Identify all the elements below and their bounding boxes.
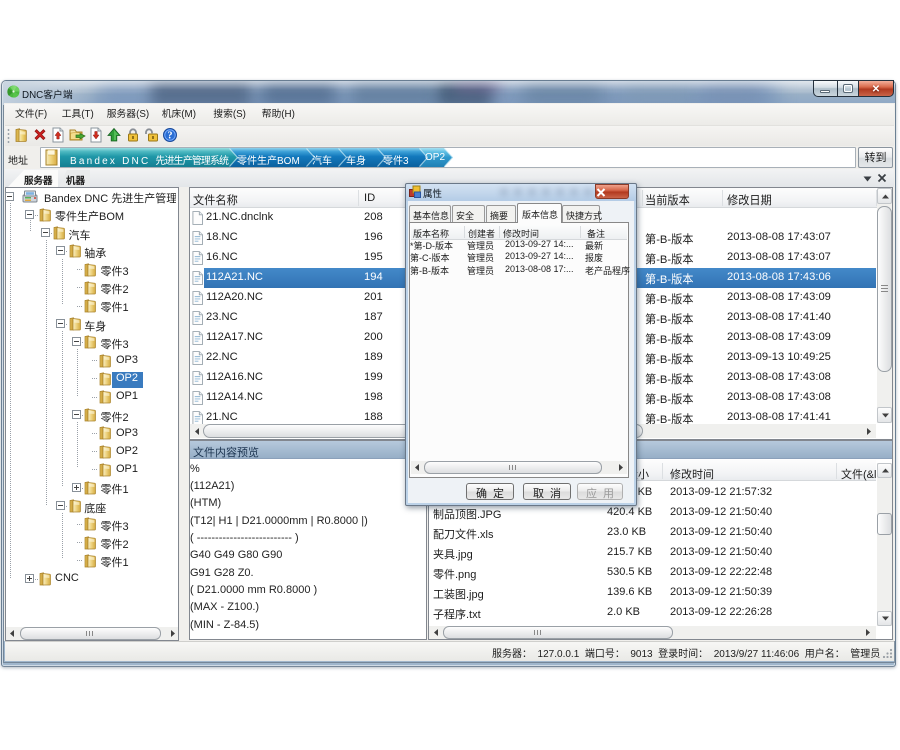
svg-text:?: ? bbox=[168, 131, 173, 142]
